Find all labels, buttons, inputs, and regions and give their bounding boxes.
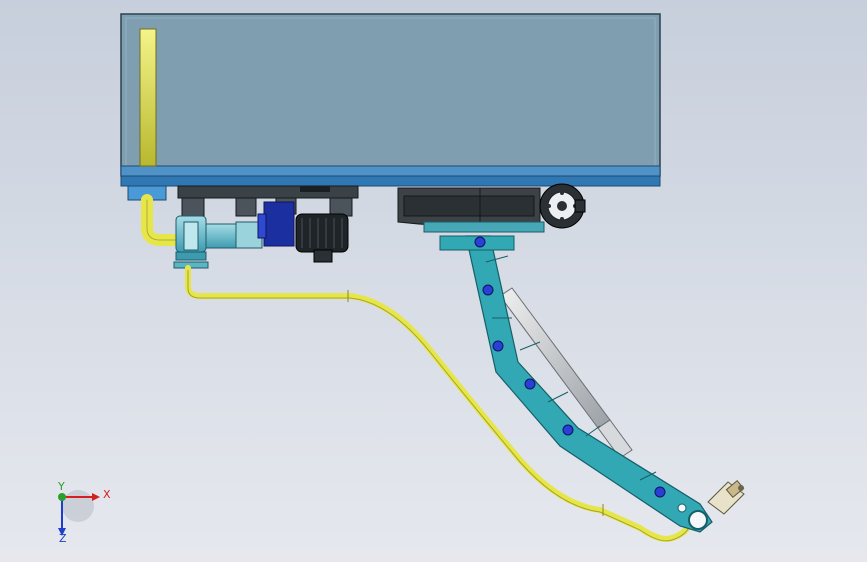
water-tank[interactable] [120, 13, 661, 187]
tank-base-rim [120, 175, 661, 187]
axis-triad: X Y Z [57, 480, 111, 545]
pin [654, 486, 666, 498]
x-axis-label: X [103, 488, 111, 501]
outlet-pipe [185, 265, 693, 542]
spray-nozzle[interactable] [707, 479, 745, 515]
y-axis-dot [58, 493, 66, 501]
pin [474, 236, 486, 248]
tank-base-plate [120, 165, 661, 177]
motor[interactable] [295, 213, 349, 263]
rotary-base[interactable] [397, 187, 545, 233]
pump[interactable] [173, 215, 263, 269]
arm-joint-end [688, 510, 708, 530]
pipe-segment [139, 28, 157, 167]
tank-body [120, 13, 661, 177]
pump-housing [263, 201, 295, 247]
pin [524, 378, 536, 390]
pin [482, 284, 494, 296]
cad-viewport[interactable]: X Y Z [0, 0, 867, 562]
pin [562, 424, 574, 436]
y-axis-label: Y [57, 480, 65, 493]
drive-gear[interactable] [539, 183, 586, 229]
z-axis-label: Z [59, 532, 67, 545]
pin [492, 340, 504, 352]
